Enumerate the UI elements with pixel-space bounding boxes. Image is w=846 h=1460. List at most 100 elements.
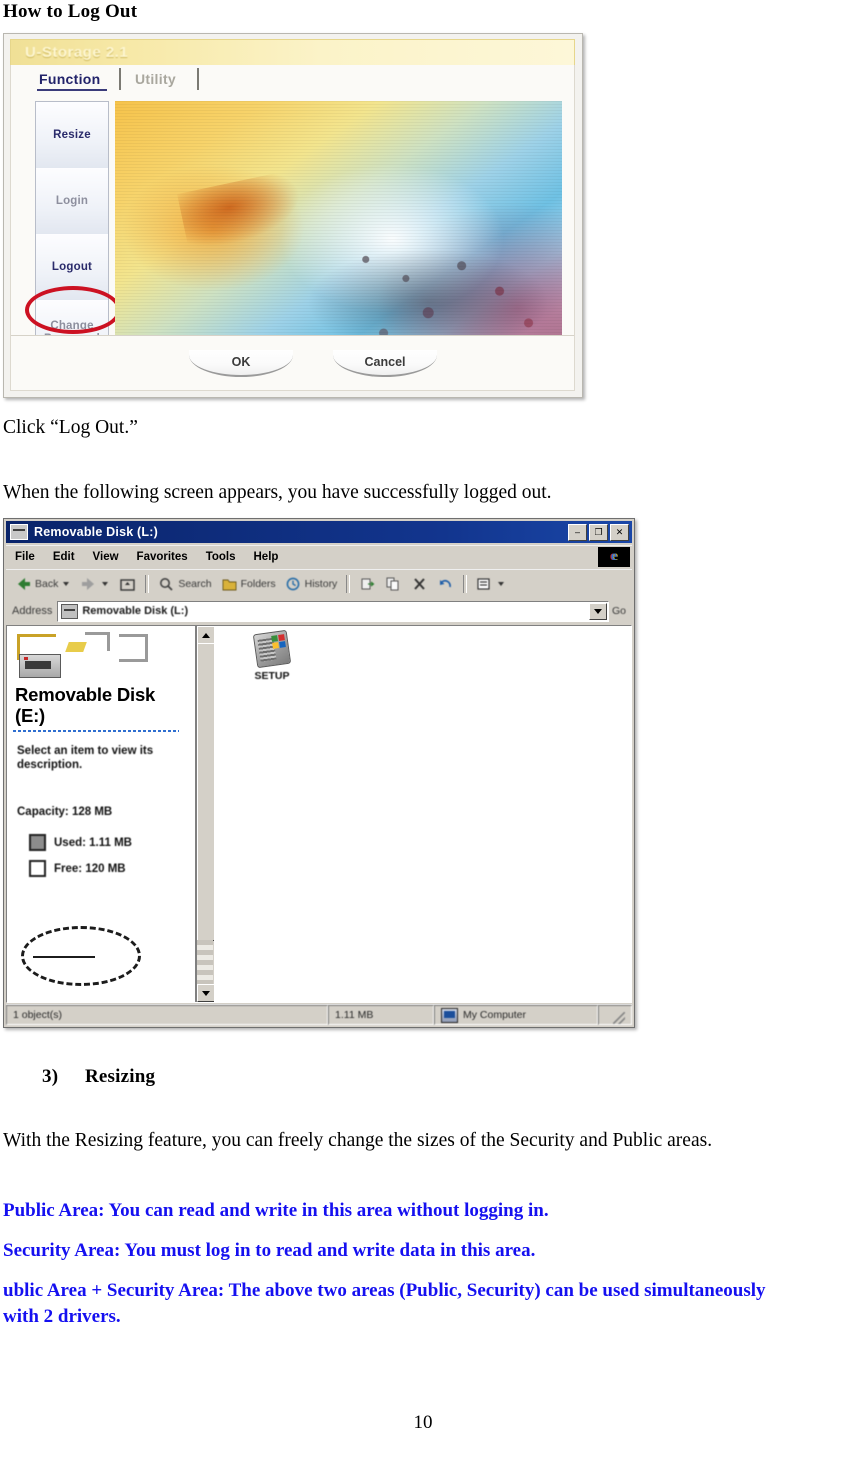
toolbar-back-button[interactable]: Back [12, 574, 74, 594]
menu-edit[interactable]: Edit [44, 551, 84, 563]
tab-separator-1 [119, 68, 121, 90]
maximize-button[interactable]: ❐ [589, 523, 608, 541]
drive-free-label: Free: 120 MB [54, 862, 126, 875]
toolbar-undo-button[interactable] [434, 574, 457, 594]
explorer-file-list: SETUP [214, 626, 631, 1002]
chevron-down-icon [202, 990, 210, 996]
ok-button[interactable]: OK [189, 350, 293, 377]
ustorage-app-screenshot: U-Storage 2.1 Function Utility Resize Lo… [3, 33, 583, 398]
ustorage-footer: OK Cancel [11, 335, 574, 390]
system-menu-icon[interactable] [10, 524, 28, 540]
up-folder-icon [119, 576, 136, 592]
toolbar-search-button[interactable]: Search [155, 574, 214, 594]
toolbar-folders-button[interactable]: Folders [218, 574, 279, 594]
explorer-content-area: Removable Disk (E:) Select an item to vi… [6, 625, 632, 1003]
banner-shape-3 [119, 634, 148, 662]
drive-used-row: Used: 1.11 MB [29, 834, 132, 851]
file-name-label: SETUP [254, 670, 290, 682]
status-resize-grip[interactable] [598, 1005, 632, 1025]
history-icon [285, 576, 302, 592]
move-to-icon [359, 576, 376, 592]
toolbar-forward-button[interactable] [77, 574, 113, 594]
list-item[interactable]: SETUP [234, 629, 310, 682]
toolbar-delete-button[interactable] [408, 574, 431, 594]
note-security-area: Security Area: You must log in to read a… [3, 1240, 536, 1261]
section-number: 3) [42, 1066, 59, 1087]
scrollbar-thumb[interactable] [197, 643, 215, 941]
banner-shape-4 [65, 642, 87, 652]
toolbar-move-to-button[interactable] [356, 574, 379, 594]
forward-arrow-icon [80, 576, 97, 592]
explorer-address-bar: Address Removable Disk (L:) Go [6, 598, 632, 624]
toolbar-up-button[interactable] [116, 574, 139, 594]
sidebar-button-resize[interactable]: Resize [36, 102, 108, 169]
free-color-swatch [29, 860, 46, 877]
ustorage-tab-bar: Function Utility [11, 65, 574, 95]
paragraph-resizing: With the Resizing feature, you can freel… [3, 1130, 713, 1151]
chevron-down-icon [593, 608, 602, 614]
page-title: How to Log Out [3, 1, 138, 22]
address-dropdown-button[interactable] [588, 602, 607, 620]
annotation-line [33, 956, 95, 958]
scroll-down-button[interactable] [197, 984, 215, 1002]
search-icon [158, 576, 175, 592]
views-icon [476, 576, 493, 592]
forward-dropdown-caret-icon[interactable] [102, 582, 109, 586]
explorer-status-bar: 1 object(s) 1.11 MB My Computer [6, 1004, 632, 1025]
menu-help[interactable]: Help [245, 551, 288, 563]
menu-tools[interactable]: Tools [197, 551, 245, 563]
menu-view[interactable]: View [84, 551, 128, 563]
windows-explorer-screenshot: Removable Disk (L:) – ❐ ✕ File Edit View… [3, 518, 635, 1028]
removable-disk-icon [61, 603, 79, 619]
menu-file[interactable]: File [6, 551, 44, 563]
toolbar-separator-2 [346, 575, 351, 593]
go-button[interactable]: Go [612, 605, 632, 617]
cancel-button[interactable]: Cancel [333, 350, 437, 377]
menu-favorites[interactable]: Favorites [128, 551, 197, 563]
drive-free-row: Free: 120 MB [29, 860, 126, 877]
info-panel-scrollbar[interactable] [196, 626, 215, 1002]
close-button[interactable]: ✕ [610, 523, 629, 541]
note-combined-area: ublic Area + Security Area: The above tw… [3, 1280, 766, 1327]
tab-utility[interactable]: Utility [135, 71, 176, 87]
drive-used-label: Used: 1.11 MB [54, 836, 132, 849]
toolbar-copy-to-button[interactable] [382, 574, 405, 594]
explorer-info-panel: Removable Disk (E:) Select an item to vi… [7, 626, 196, 1002]
scroll-up-button[interactable] [197, 626, 215, 644]
ustorage-body: Function Utility Resize Login Logout Cha… [10, 65, 575, 391]
sidebar-button-login[interactable]: Login [36, 168, 108, 235]
icon-flag-red [278, 634, 285, 641]
setup-installer-icon [252, 629, 292, 669]
address-input[interactable]: Removable Disk (L:) [57, 600, 609, 622]
toolbar-history-button[interactable]: History [282, 574, 341, 594]
back-arrow-icon [15, 576, 32, 592]
explorer-toolbar: Back Search Folders History [6, 569, 632, 599]
status-location: My Computer [434, 1005, 598, 1025]
views-dropdown-caret-icon[interactable] [498, 582, 505, 586]
banner-shape-2 [85, 632, 110, 651]
removable-drive-icon [19, 654, 61, 678]
minimize-button[interactable]: – [568, 523, 587, 541]
ustorage-title-text: U-Storage 2.1 [25, 44, 129, 61]
copy-to-icon [385, 576, 402, 592]
drive-description: Select an item to view its description. [17, 745, 154, 771]
icon-flag-blue [279, 641, 286, 648]
explorer-title-bar: Removable Disk (L:) – ❐ ✕ [6, 521, 632, 543]
toolbar-search-label: Search [178, 578, 212, 590]
logo-glyph: e [610, 549, 618, 564]
chevron-up-icon [202, 632, 210, 638]
status-location-label: My Computer [463, 1009, 527, 1021]
tab-separator-2 [197, 68, 199, 90]
toolbar-history-label: History [304, 578, 338, 590]
resize-grip-icon [613, 1012, 625, 1024]
active-tab-underline [37, 89, 107, 91]
back-dropdown-caret-icon[interactable] [63, 582, 70, 586]
scrollbar-track[interactable] [197, 940, 213, 985]
ustorage-title-bar: U-Storage 2.1 [10, 39, 575, 67]
sidebar-button-logout[interactable]: Logout [36, 234, 108, 301]
undo-icon [437, 576, 454, 592]
tab-function[interactable]: Function [39, 71, 101, 87]
status-size: 1.11 MB [328, 1005, 434, 1025]
toolbar-views-button[interactable] [473, 574, 509, 594]
my-computer-icon [441, 1007, 458, 1023]
